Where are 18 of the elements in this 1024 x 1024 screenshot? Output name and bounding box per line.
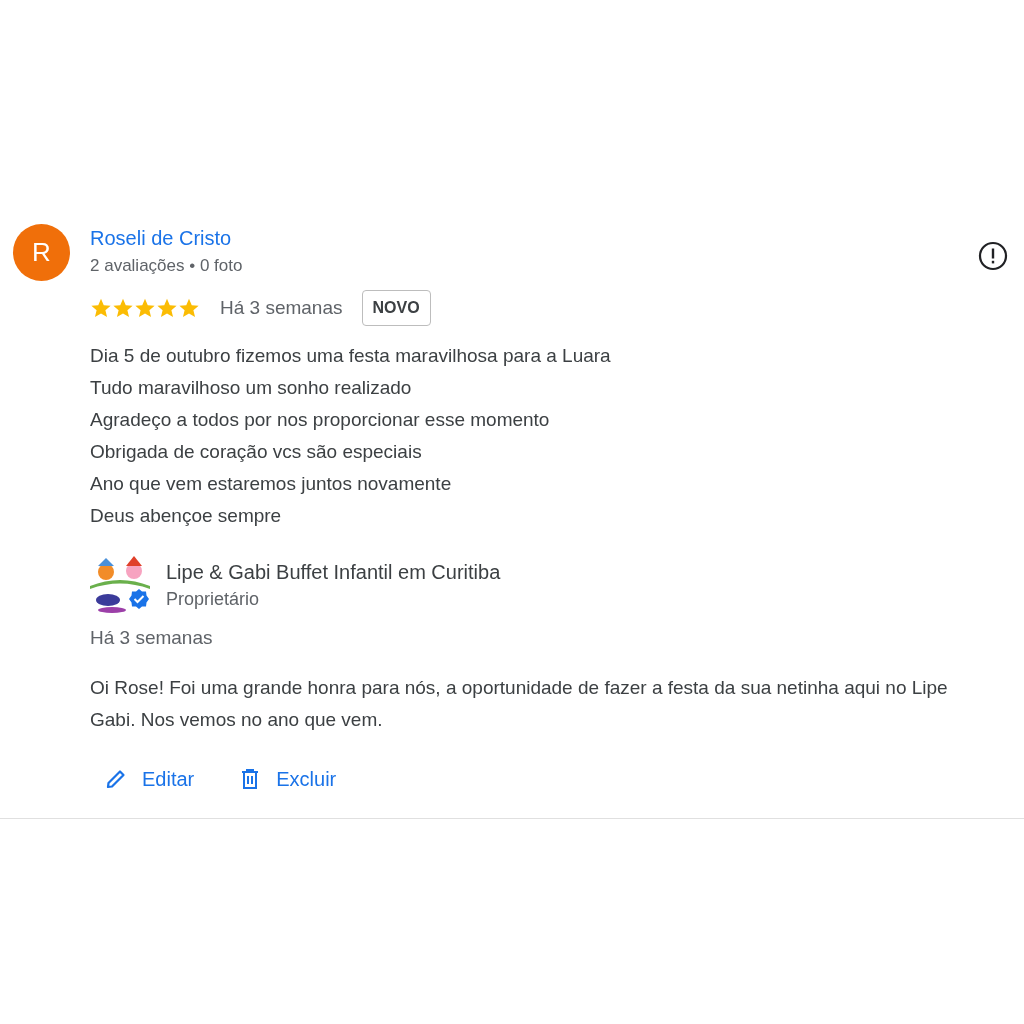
delete-button[interactable]: Excluir (224, 758, 351, 800)
avatar: R (13, 224, 70, 281)
reply-text: Oi Rose! Foi uma grande honra para nós, a oportunidade de fazer a festa da sua netinha aqui no Lipe Gabi. Nos vemos no ano que vem. (90, 676, 949, 732)
review-text-line: Tudo maravilhoso um sonho realizado (90, 376, 412, 400)
review-text-line: Deus abençoe sempre (90, 504, 282, 528)
review-text-line: Obrigada de coração vcs são especiais (90, 440, 422, 464)
edit-button[interactable]: Editar (90, 758, 209, 800)
new-badge: NOVO (361, 290, 431, 326)
review-text-line: Dia 5 de outubro fizemos uma festa maravilhosa para a Luara (90, 344, 611, 368)
review-time: Há 3 semanas (220, 295, 343, 320)
owner-role: Proprietário (166, 588, 261, 611)
owner-name: Lipe & Gabi Buffet Infantil em Curitiba (166, 560, 501, 585)
review-text-line: Agradeço a todos por nos proporcionar esse momento (90, 408, 550, 432)
report-icon[interactable] (978, 241, 1008, 271)
reviewer-stats: 2 avaliações • 0 foto (90, 255, 243, 277)
author-name[interactable]: Roseli de Cristo (90, 224, 243, 252)
reply-time: Há 3 semanas (90, 626, 214, 650)
review-text-line: Ano que vem estaremos juntos novamente (90, 472, 452, 496)
